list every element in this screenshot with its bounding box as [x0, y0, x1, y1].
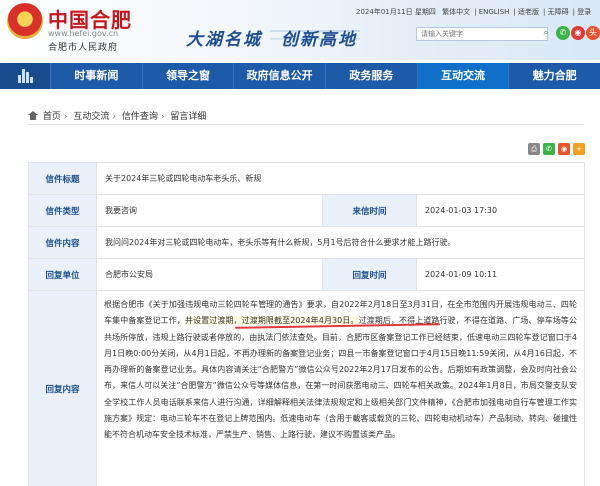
site-header: 中国合肥 www.hefei.gov.cn 合肥市人民政府 大湖名城 创新高地 …: [0, 0, 600, 60]
search-input[interactable]: [416, 27, 548, 41]
top-link-elder[interactable]: 适老版: [518, 8, 539, 16]
date-value: 2024-01-03 17:30: [415, 194, 586, 227]
date-text: 2024年01月11日 星期四: [356, 8, 436, 16]
top-link-login[interactable]: 登录: [577, 8, 591, 16]
nav-home[interactable]: [0, 63, 50, 89]
content-label: 信件内容: [28, 226, 97, 259]
reply-text-part2: 过渡期后，不得上道路行驶，不得在道路、广场、停车场等公共场所停放，违规上路行驶或…: [104, 316, 578, 440]
search-icon[interactable]: ⌕: [540, 27, 552, 41]
slogan: 大湖名城 创新高地: [186, 30, 357, 50]
title-value: 关于2024年三轮或四轮电动车老头乐、新规: [95, 162, 586, 195]
reply-date-label: 回复时间: [322, 258, 417, 291]
weibo-icon[interactable]: ◉: [571, 26, 585, 40]
table-row: 信件标题 关于2024年三轮或四轮电动车老头乐、新规: [28, 162, 586, 195]
breadcrumb-interaction[interactable]: 互动交流: [73, 112, 109, 122]
type-value: 我要咨询: [96, 194, 323, 227]
weibo-share-icon[interactable]: ◉: [558, 143, 570, 155]
reply-date-value: 2024-01-09 10:11: [415, 258, 586, 291]
date-label: 来信时间: [322, 194, 417, 227]
reply-text-highlight: 并设置过渡期，过渡期限截至2024年4月30日。: [184, 316, 359, 326]
nav-item-interaction[interactable]: 互动交流: [416, 63, 509, 89]
nav-item-services[interactable]: 政务服务: [325, 63, 417, 89]
unit-label: 回复单位: [28, 258, 97, 291]
print-icon[interactable]: ⎙: [528, 143, 540, 155]
table-row: 信件类型 我要咨询 来信时间 2024-01-03 17:30: [28, 194, 586, 227]
breadcrumb: 首页 › 互动交流 › 信件查询 › 留言详细: [28, 109, 206, 122]
top-link-accessibility[interactable]: 无障碍: [548, 8, 569, 16]
national-emblem-icon: [7, 3, 43, 39]
type-label: 信件类型: [28, 194, 97, 227]
reply-content: 根据合肥市《关于加强违规电动三轮四轮车管理的通告》要求，自2022年2月18日至…: [95, 290, 586, 486]
unit-value: 合肥市公安局: [96, 258, 323, 291]
home-icon: [28, 111, 38, 120]
nav-item-charm[interactable]: 魅力合肥: [508, 63, 600, 89]
letter-detail-table: 信件标题 关于2024年三轮或四轮电动车老头乐、新规 信件类型 我要咨询 来信时…: [28, 162, 586, 486]
table-row: 回复内容 根据合肥市《关于加强违规电动三轮四轮车管理的通告》要求，自2022年2…: [28, 290, 586, 486]
breadcrumb-home[interactable]: 首页: [43, 112, 61, 122]
breadcrumb-divider: [28, 124, 584, 125]
top-links: 2024年01月11日 星期四 繁体中文 | ENGLISH | 适老版 | 无障碍 |…: [356, 8, 592, 16]
table-row: 信件内容 我问问2024年对三轮或四轮电动车，老头乐等有什么新规，5月1号后符合…: [28, 226, 586, 259]
nav-item-news[interactable]: 时事新闻: [50, 63, 142, 89]
nav-item-disclosure[interactable]: 政府信息公开: [233, 63, 325, 89]
top-link-english[interactable]: ENGLISH: [479, 8, 510, 16]
top-link-traditional[interactable]: 繁体中文: [442, 8, 470, 16]
weixin-icon[interactable]: ✆: [556, 26, 570, 40]
more-share-icon[interactable]: +: [573, 143, 585, 155]
title-label: 信件标题: [28, 162, 97, 195]
breadcrumb-current: 留言详细: [170, 112, 207, 122]
main-nav: 时事新闻 领导之窗 政府信息公开 政务服务 互动交流 魅力合肥: [0, 63, 600, 89]
breadcrumb-letters[interactable]: 信件查询: [122, 112, 158, 122]
site-subtitle: 合肥市人民政府: [48, 43, 119, 53]
reply-label: 回复内容: [28, 290, 97, 486]
wechat-share-icon[interactable]: ✆: [543, 143, 555, 155]
site-url: www.hefei.gov.cn: [48, 29, 119, 38]
content-value: 我问问2024年对三轮或四轮电动车，老头乐等有什么新规，5月1号后符合什么要求才…: [95, 226, 586, 259]
toutiao-icon[interactable]: 头: [586, 26, 600, 40]
table-row: 回复单位 合肥市公安局 回复时间 2024-01-09 10:11: [28, 258, 586, 291]
nav-item-leaders[interactable]: 领导之窗: [141, 63, 234, 89]
city-icon: [18, 69, 33, 83]
